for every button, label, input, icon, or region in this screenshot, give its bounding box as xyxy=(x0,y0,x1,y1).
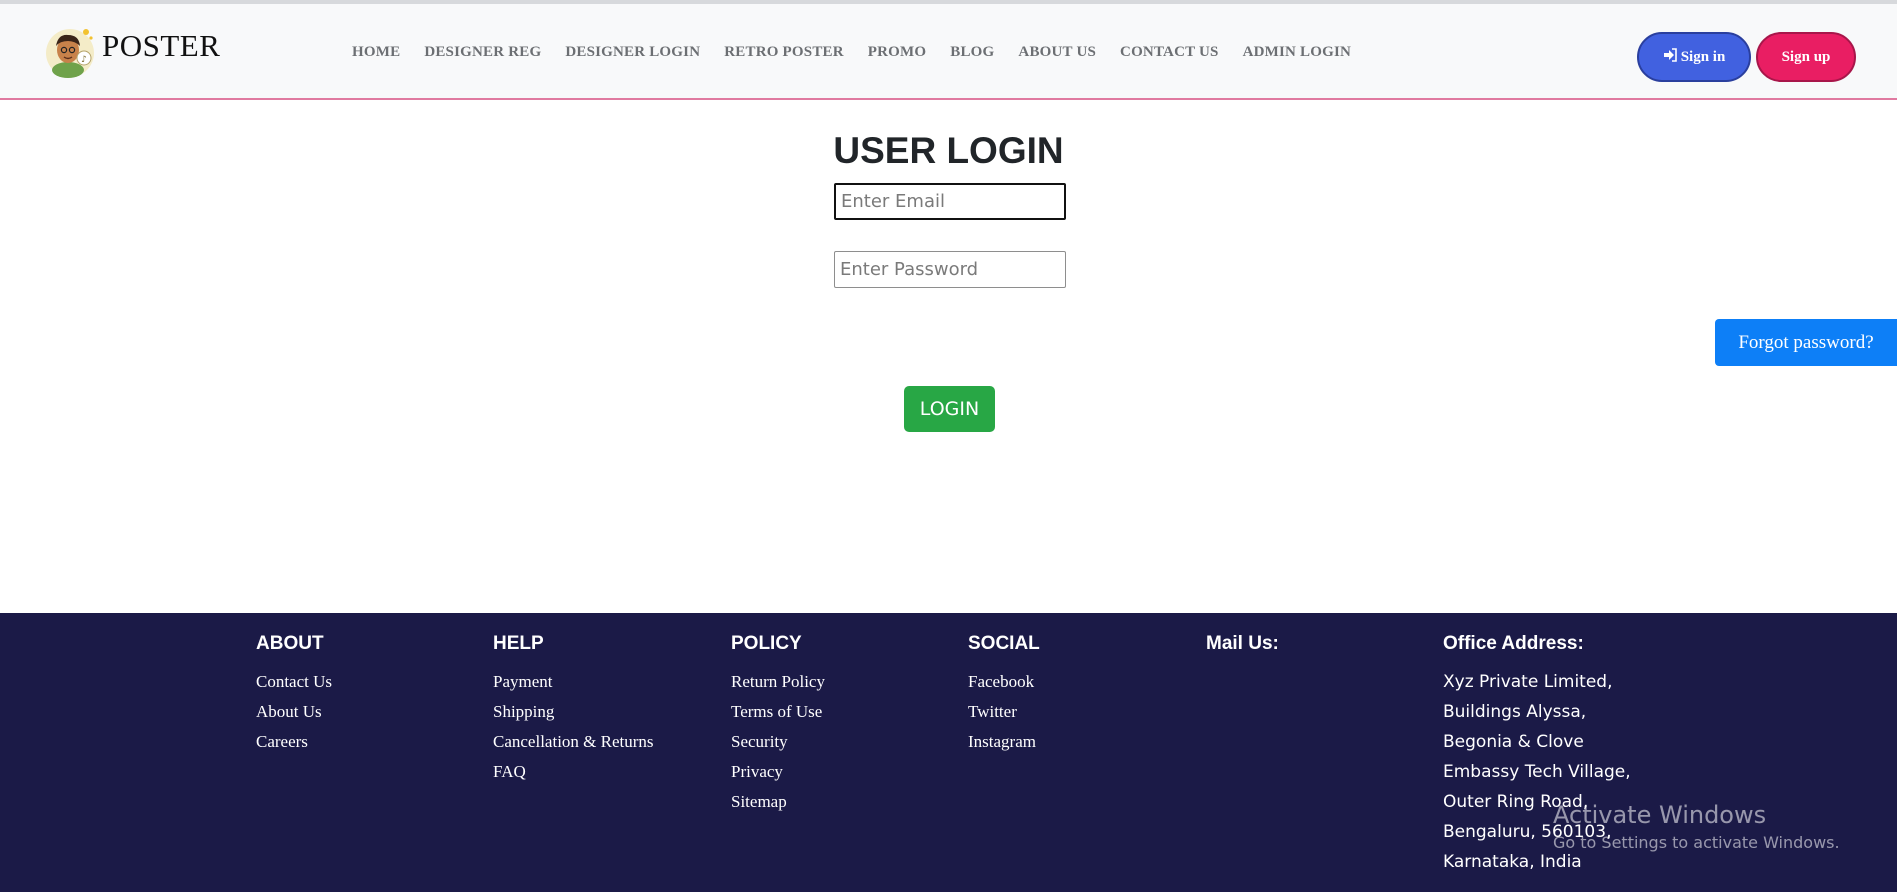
page-title: USER LOGIN xyxy=(833,130,1064,171)
footer-mail-heading: Mail Us: xyxy=(1206,633,1279,654)
nav-contact-us[interactable]: CONTACT US xyxy=(1120,44,1219,61)
watermark-title: Activate Windows xyxy=(1553,801,1767,829)
activate-windows-watermark: Activate Windows Go to Settings to activ… xyxy=(1553,801,1840,852)
footer-social-heading: SOCIAL xyxy=(968,633,1040,654)
sign-in-label: Sign in xyxy=(1680,48,1726,65)
sign-up-button[interactable]: Sign up xyxy=(1756,32,1856,82)
nav-blog[interactable]: BLOG xyxy=(950,44,994,61)
footer-link-security[interactable]: Security xyxy=(731,727,825,757)
footer-link-return-policy[interactable]: Return Policy xyxy=(731,667,825,697)
nav-designer-reg[interactable]: DESIGNER REG xyxy=(424,44,541,61)
nav-admin-login[interactable]: ADMIN LOGIN xyxy=(1243,44,1351,61)
address-line: Xyz Private Limited, xyxy=(1443,672,1613,692)
password-field[interactable] xyxy=(834,251,1066,288)
footer-link-cancellation[interactable]: Cancellation & Returns xyxy=(493,727,654,757)
nav-retro-poster[interactable]: RETRO POSTER xyxy=(724,44,844,61)
nav-home[interactable]: HOME xyxy=(352,44,400,61)
nav-designer-login[interactable]: DESIGNER LOGIN xyxy=(565,44,700,61)
footer-link-privacy[interactable]: Privacy xyxy=(731,757,825,787)
footer-help: HELP Payment Shipping Cancellation & Ret… xyxy=(493,633,654,787)
footer-about-heading: ABOUT xyxy=(256,633,324,654)
footer-link-shipping[interactable]: Shipping xyxy=(493,697,654,727)
sign-in-icon xyxy=(1663,47,1677,67)
sign-in-button[interactable]: Sign in xyxy=(1637,32,1751,82)
footer-policy-heading: POLICY xyxy=(731,633,802,654)
poster-boy-logo-icon: ♪ xyxy=(44,26,96,78)
brand-name: POSTER xyxy=(102,28,221,63)
footer-mail: Mail Us: xyxy=(1206,633,1279,667)
footer-link-payment[interactable]: Payment xyxy=(493,667,654,697)
footer-link-faq[interactable]: FAQ xyxy=(493,757,654,787)
navbar: ♪ POSTER HOME DESIGNER REG DESIGNER LOGI… xyxy=(0,4,1897,100)
nav-promo[interactable]: PROMO xyxy=(868,44,927,61)
brand-link[interactable]: ♪ POSTER xyxy=(44,26,220,78)
email-field[interactable] xyxy=(834,183,1066,220)
forgot-password-button[interactable]: Forgot password? xyxy=(1715,319,1897,366)
footer-link-instagram[interactable]: Instagram xyxy=(968,727,1040,757)
address-line: Buildings Alyssa, xyxy=(1443,702,1587,722)
footer-office-heading: Office Address: xyxy=(1443,633,1584,654)
footer-link-sitemap[interactable]: Sitemap xyxy=(731,787,825,817)
footer-link-facebook[interactable]: Facebook xyxy=(968,667,1040,697)
footer-help-heading: HELP xyxy=(493,633,544,654)
address-line: Embassy Tech Village, xyxy=(1443,762,1631,782)
footer-link-careers[interactable]: Careers xyxy=(256,727,332,757)
login-button[interactable]: LOGIN xyxy=(904,386,995,432)
footer-social: SOCIAL Facebook Twitter Instagram xyxy=(968,633,1040,757)
footer-link-about-us[interactable]: About Us xyxy=(256,697,332,727)
footer-link-terms[interactable]: Terms of Use xyxy=(731,697,825,727)
nav-about-us[interactable]: ABOUT US xyxy=(1018,44,1096,61)
svg-text:♪: ♪ xyxy=(81,55,87,65)
address-line: Begonia & Clove xyxy=(1443,732,1584,752)
footer-policy: POLICY Return Policy Terms of Use Securi… xyxy=(731,633,825,817)
footer-link-contact-us[interactable]: Contact Us xyxy=(256,667,332,697)
main-nav: HOME DESIGNER REG DESIGNER LOGIN RETRO P… xyxy=(352,44,1375,61)
footer-link-twitter[interactable]: Twitter xyxy=(968,697,1040,727)
footer-about: ABOUT Contact Us About Us Careers xyxy=(256,633,332,757)
watermark-subtitle: Go to Settings to activate Windows. xyxy=(1553,833,1840,852)
